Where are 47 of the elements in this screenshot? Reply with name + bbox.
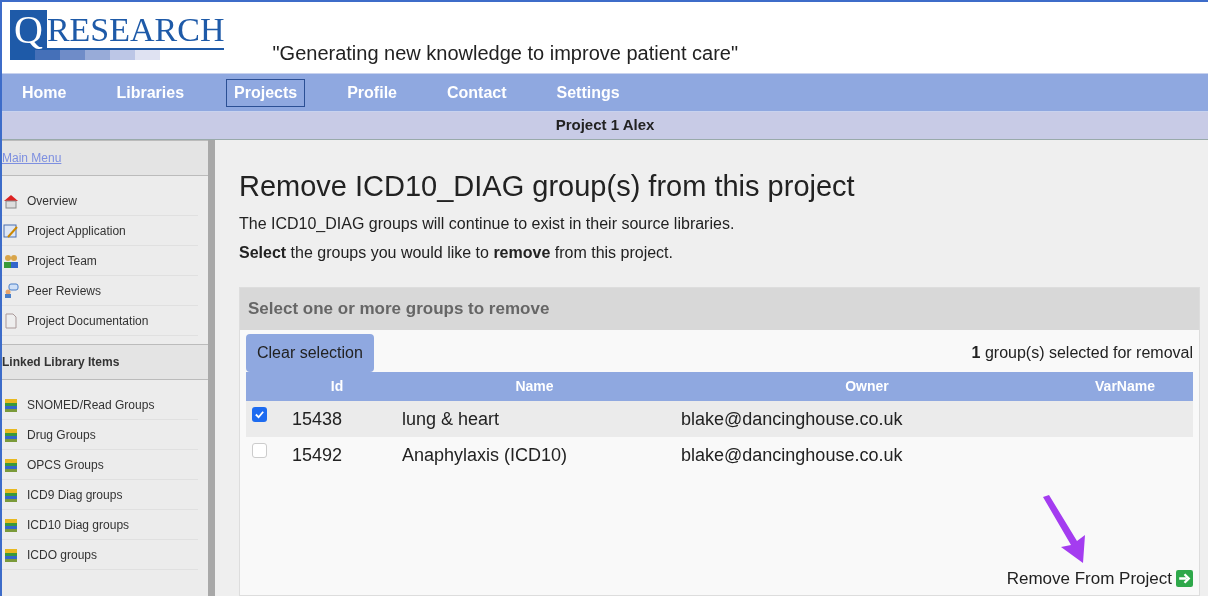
- speech-bubble-icon: [3, 282, 19, 299]
- splitter-handle[interactable]: [208, 140, 215, 596]
- sidebar-item[interactable]: SNOMED/Read Groups: [2, 390, 198, 420]
- sidebar-item[interactable]: Project Documentation: [2, 306, 198, 336]
- sidebar-item[interactable]: Overview: [2, 186, 198, 216]
- check-icon: [254, 409, 265, 420]
- logo-letter: Q: [10, 10, 47, 50]
- row-checkbox[interactable]: [252, 407, 267, 422]
- sidebar-item[interactable]: OPCS Groups: [2, 450, 198, 480]
- books-icon: [3, 546, 19, 563]
- description-text: The ICD10_DIAG groups will continue to exist in their source libraries.: [239, 214, 736, 234]
- books-icon: [3, 426, 19, 443]
- column-header: Id: [282, 372, 392, 401]
- table-cell: lung & heart: [402, 408, 500, 429]
- arrow-right-icon: [1176, 569, 1193, 587]
- sidebar-item[interactable]: Drug Groups: [2, 420, 198, 450]
- tagline: "Generating new knowledge to improve patient care": [272, 41, 739, 66]
- books-icon: [3, 396, 19, 413]
- sidebar-item[interactable]: ICDO groups: [2, 540, 198, 570]
- section-title: Linked Library Items: [2, 354, 120, 371]
- sidebar-item[interactable]: ICD9 Diag groups: [2, 480, 198, 510]
- books-icon: [3, 516, 19, 533]
- selection-count: 1 group(s) selected for removal: [971, 343, 1193, 363]
- panel-title: Select one or more groups to remove: [248, 298, 550, 321]
- books-icon: [3, 486, 19, 503]
- form-icon: [3, 222, 19, 239]
- table-cell: blake@dancinghouse.co.uk: [681, 444, 903, 465]
- people-icon: [3, 252, 19, 269]
- description-text: Select the groups you would like to remove from this project.: [239, 243, 674, 263]
- column-header: VarName: [1057, 372, 1193, 401]
- table-cell: Anaphylaxis (ICD10): [402, 444, 568, 465]
- sidebar-item[interactable]: ICD10 Diag groups: [2, 510, 198, 540]
- column-header: Name: [392, 372, 677, 401]
- clear-selection-button[interactable]: Clear selection: [246, 334, 374, 372]
- sidebar-item[interactable]: Project Team: [2, 246, 198, 276]
- table-cell: 15438: [292, 408, 343, 429]
- row-checkbox[interactable]: [252, 443, 267, 458]
- project-name: Project 1 Alex: [555, 115, 655, 136]
- page-title: Remove ICD10_DIAG group(s) from this project: [239, 169, 856, 204]
- sidebar-item[interactable]: Project Application: [2, 216, 198, 246]
- column-header: Owner: [677, 372, 1057, 401]
- table-cell: 15492: [292, 444, 343, 465]
- table-cell: blake@dancinghouse.co.uk: [681, 408, 903, 429]
- remove-from-project-link[interactable]: Remove From Project: [1006, 565, 1172, 591]
- sidebar-item[interactable]: Peer Reviews: [2, 276, 198, 306]
- house-icon: [3, 192, 19, 209]
- books-icon: [3, 456, 19, 473]
